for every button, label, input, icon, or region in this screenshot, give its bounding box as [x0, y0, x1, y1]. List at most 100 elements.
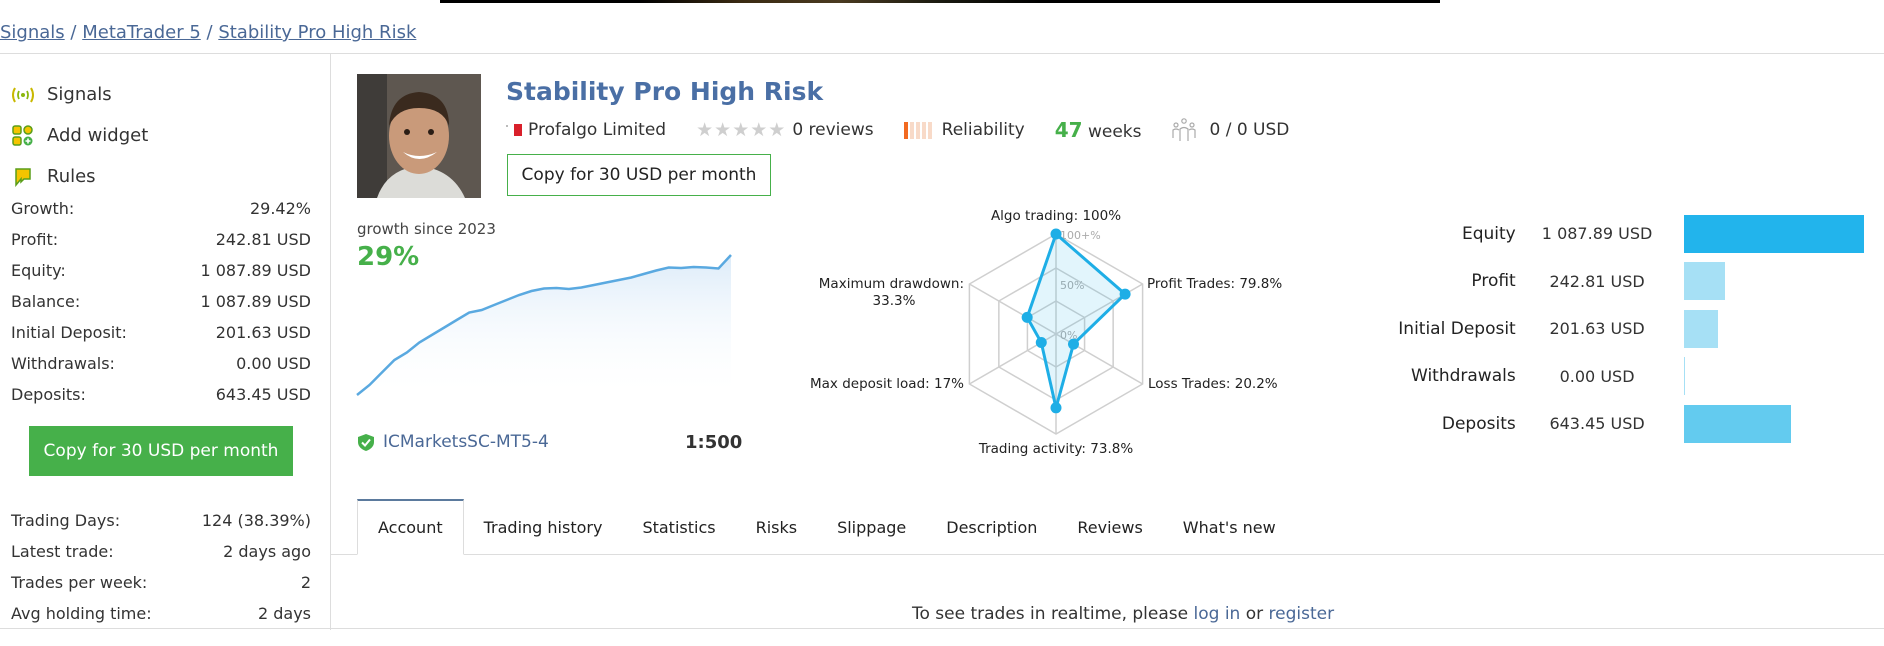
sidebar-item-rules[interactable]: Rules: [10, 156, 148, 197]
verified-shield-icon: [357, 433, 375, 452]
tab-bar: Account Trading history Statistics Risks Sli…: [357, 499, 1296, 555]
reliability-bar: [915, 121, 920, 139]
breadcrumb-signals[interactable]: Signals: [0, 22, 65, 43]
bar-value: 643.45 USD: [1549, 414, 1645, 434]
login-link[interactable]: log in: [1194, 604, 1241, 624]
bullet-icon: [506, 125, 508, 127]
tab-reviews[interactable]: Reviews: [1057, 499, 1162, 555]
subscribers-value: 0 / 0 USD: [1209, 120, 1290, 140]
radar-point: [1119, 288, 1131, 300]
star-icon: ★: [768, 119, 787, 141]
bar-fill: [1684, 262, 1725, 301]
breadcrumb-metatrader5[interactable]: MetaTrader 5: [82, 22, 201, 43]
stat-trading-days: Trading Days: 124 (38.39%): [11, 511, 311, 530]
bar-value: 1 087.89 USD: [1541, 224, 1653, 244]
star-icon: ★: [714, 119, 733, 141]
stat-profit: Profit: 242.81 USD: [11, 230, 311, 249]
bar-track: [1684, 262, 1884, 301]
risk-radar-chart: 0%50%100+%Algo trading: 100%Profit Trade…: [810, 208, 1282, 457]
radar-axis-label: Max deposit load: 17%: [810, 376, 964, 392]
breadcrumb-signal-name[interactable]: Stability Pro High Risk: [218, 22, 416, 43]
reliability: Reliability: [903, 120, 1025, 140]
top-image-strip: [440, 0, 1440, 3]
stat-latest-trade: Latest trade: 2 days ago: [11, 542, 311, 561]
stat-trades-per-week: Trades per week: 2: [11, 573, 311, 592]
tab-what-s-new[interactable]: What's new: [1163, 499, 1296, 555]
signal-meta: Profalgo Limited ★ ★ ★ ★ ★ 0 reviews Reliabi…: [506, 118, 1289, 142]
broker-server-link[interactable]: ICMarketsSC-MT5-4: [383, 432, 549, 452]
bar-fill: [1684, 404, 1791, 443]
bar-label: Initial Deposit: [1398, 318, 1516, 339]
radar-point: [1035, 337, 1047, 348]
sidebar-item-label: Add widget: [47, 125, 149, 146]
bar-fill: [1684, 214, 1865, 253]
copy-signal-button[interactable]: Copy for 30 USD per month: [29, 426, 293, 476]
tab-trading-history[interactable]: Trading history: [464, 499, 623, 555]
sidebar-item-label: Rules: [47, 166, 96, 187]
bar-row: Equity 1 087.89 USD: [1380, 210, 1884, 258]
star-icon: ★: [732, 119, 751, 141]
balance-bars: Equity 1 087.89 USD Profit 242.81 USD Initia…: [1380, 210, 1884, 448]
bar-track: [1684, 214, 1884, 253]
bar-label: Withdrawals: [1411, 366, 1516, 387]
bar-track: [1684, 309, 1884, 348]
radar-point: [1067, 338, 1079, 350]
reliability-label: Reliability: [941, 120, 1025, 140]
radar-axis-label: 33.3%: [873, 293, 916, 309]
radar-value-area: [1025, 231, 1128, 409]
radar-ring-label: 100+%: [1060, 229, 1101, 242]
subscribers-icon: [1171, 118, 1197, 142]
growth-area: [357, 255, 731, 400]
star-icon: ★: [750, 119, 769, 141]
sidebar: Signals Add widget Rules Growth: 29.42% P…: [0, 54, 331, 630]
bookmark-icon: [10, 166, 36, 188]
bar-fill: [1684, 357, 1686, 396]
radar-point: [1050, 402, 1062, 414]
radar-axis-label: Profit Trades: 79.8%: [1147, 276, 1282, 292]
stat-initial-deposit: Initial Deposit: 201.63 USD: [11, 323, 311, 342]
star-icon: ★: [696, 119, 715, 141]
signal-icon: [10, 84, 36, 106]
reliability-bar: [903, 121, 908, 139]
sidebar-item-signals[interactable]: Signals: [10, 74, 148, 115]
bar-fill: [1684, 309, 1718, 348]
divider: [0, 628, 1884, 629]
subscribers: 0 / 0 USD: [1171, 118, 1289, 142]
signal-title: Stability Pro High Risk: [506, 77, 824, 106]
radar-axis-label: Algo trading: 100%: [991, 208, 1121, 224]
sidebar-item-label: Signals: [47, 84, 112, 105]
reliability-bar: [921, 121, 926, 139]
tab-risks[interactable]: Risks: [736, 499, 818, 555]
stat-equity: Equity: 1 087.89 USD: [11, 261, 311, 280]
bar-track: [1684, 404, 1884, 443]
stat-balance: Balance: 1 087.89 USD: [11, 292, 311, 311]
bar-row: Profit 242.81 USD: [1380, 258, 1884, 306]
breadcrumb: Signals / MetaTrader 5 / Stability Pro H…: [0, 22, 417, 43]
bar-value: 0.00 USD: [1559, 366, 1635, 386]
reviews-count[interactable]: 0 reviews: [792, 120, 873, 140]
divider: [331, 554, 1884, 555]
country-flag-icon: [514, 124, 522, 136]
tab-description[interactable]: Description: [926, 499, 1057, 555]
stat-avg-holding-time: Avg holding time: 2 days: [11, 604, 311, 623]
tab-account[interactable]: Account: [357, 499, 464, 555]
reliability-bar: [927, 121, 932, 139]
copy-signal-outline-button[interactable]: Copy for 30 USD per month: [507, 154, 771, 196]
bar-label: Equity: [1461, 223, 1516, 244]
provider-avatar[interactable]: [357, 74, 481, 198]
bar-track: [1684, 357, 1884, 396]
realtime-notice: To see trades in realtime, please log in…: [912, 604, 1335, 624]
bar-label: Deposits: [1441, 413, 1516, 434]
sidebar-item-add-widget[interactable]: Add widget: [10, 115, 148, 156]
stat-growth: Growth: 29.42%: [11, 199, 311, 218]
growth-chart: [356, 254, 732, 400]
radar-axis-label: Trading activity: 73.8%: [978, 441, 1133, 457]
tab-slippage[interactable]: Slippage: [817, 499, 926, 555]
stat-withdrawals: Withdrawals: 0.00 USD: [11, 354, 311, 373]
register-link[interactable]: register: [1269, 604, 1335, 624]
radar-point: [1021, 311, 1033, 323]
stat-deposits: Deposits: 643.45 USD: [11, 385, 311, 404]
tab-statistics[interactable]: Statistics: [622, 499, 735, 555]
provider-name[interactable]: Profalgo Limited: [528, 120, 666, 140]
weeks-number: 47: [1054, 118, 1083, 142]
